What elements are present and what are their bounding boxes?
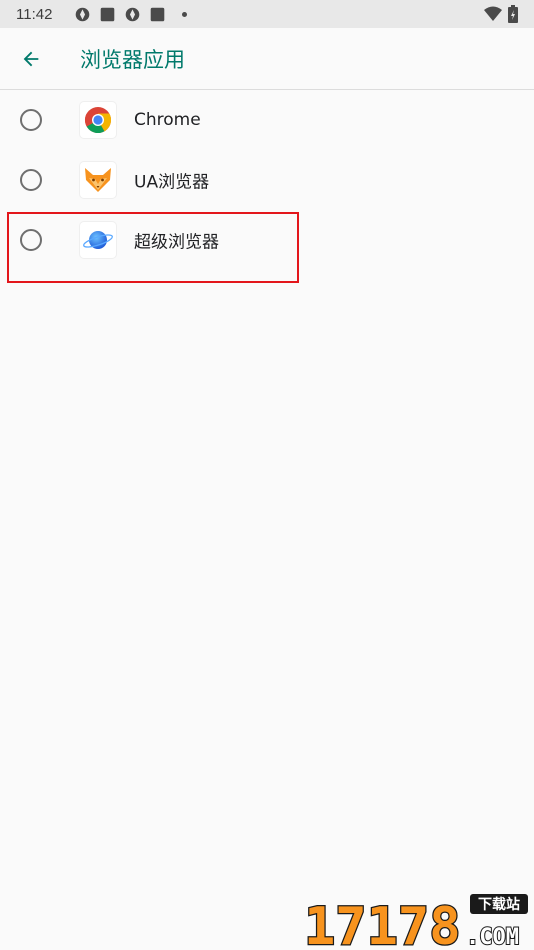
- list-item-ua-browser[interactable]: UA浏览器: [0, 150, 534, 210]
- arrow-back-icon: [23, 51, 39, 66]
- status-right: [484, 5, 518, 23]
- back-button[interactable]: [0, 28, 62, 90]
- list-item-chrome[interactable]: Chrome: [0, 90, 534, 150]
- app-name: UA浏览器: [134, 172, 210, 193]
- sync-notification-icon: [76, 7, 90, 21]
- app-notification-icon-2: [151, 7, 165, 21]
- watermark-number: 17178: [304, 897, 461, 948]
- more-notifications-dot: [182, 11, 188, 17]
- app-notification-icon: [101, 7, 115, 21]
- app-bar: 浏览器应用: [0, 28, 534, 90]
- chrome-icon: [80, 102, 116, 138]
- status-time: 11:42: [16, 5, 53, 23]
- app-name: 超级浏览器: [134, 232, 219, 253]
- list-item-super-browser[interactable]: 超级浏览器: [0, 210, 534, 270]
- browser-list: Chrome UA浏览器 超级浏览器: [0, 90, 534, 270]
- battery-icon: [508, 5, 518, 23]
- planet-icon: [80, 222, 116, 258]
- radio-button-chrome[interactable]: [20, 109, 42, 131]
- page-title: 浏览器应用: [80, 47, 185, 72]
- status-left: 11:42: [16, 5, 188, 23]
- site-watermark: 17178 下载站 .COM: [304, 894, 528, 948]
- ua-fox-icon: [80, 162, 116, 198]
- watermark-badge: 下载站: [478, 896, 520, 913]
- wifi-icon: [484, 6, 502, 21]
- status-bar: 11:42: [0, 0, 534, 28]
- radio-button-super-browser[interactable]: [20, 229, 42, 251]
- watermark-suffix: .COM: [466, 925, 519, 948]
- app-name: Chrome: [134, 110, 201, 130]
- radio-button-ua-browser[interactable]: [20, 169, 42, 191]
- sync-notification-icon-2: [126, 7, 140, 21]
